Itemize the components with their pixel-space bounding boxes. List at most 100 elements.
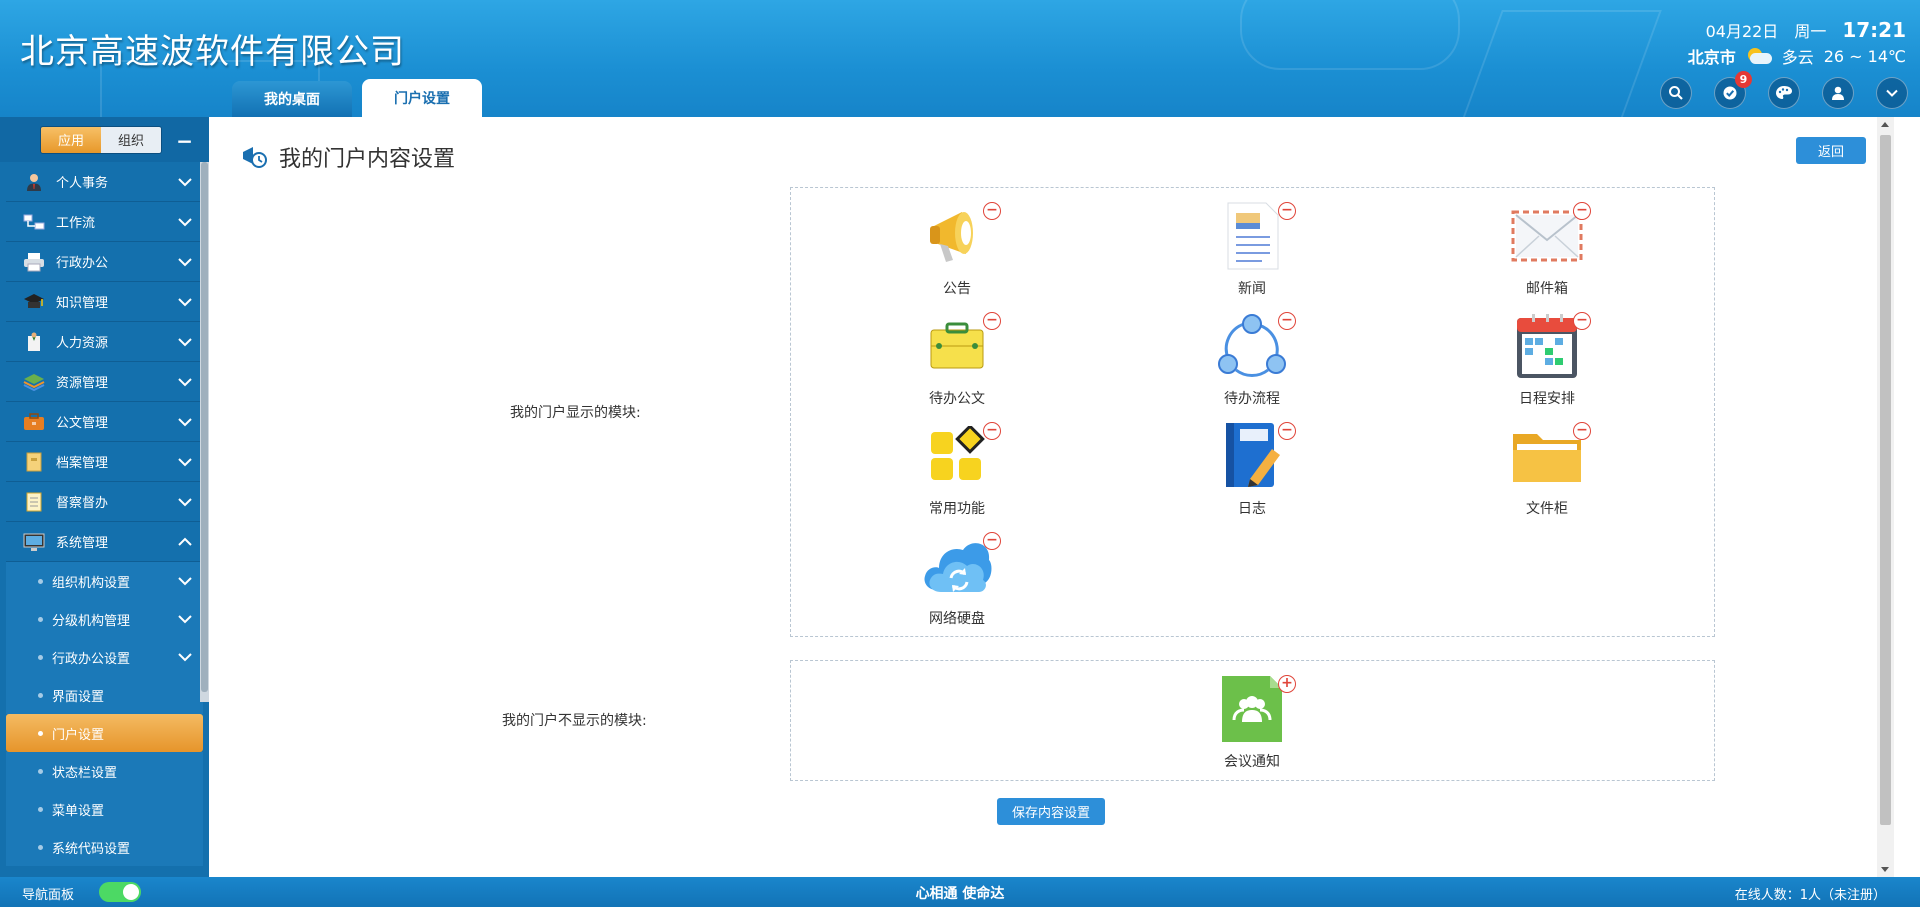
sidebar-subitem-label: 行政办公设置 bbox=[52, 651, 131, 667]
module-pending-docs[interactable]: 待办公文 − bbox=[887, 310, 1027, 410]
remove-module-button[interactable]: − bbox=[983, 202, 1001, 220]
module-news[interactable]: 新闻 − bbox=[1182, 200, 1322, 300]
hidden-modules-box: 会议通知 + bbox=[790, 660, 1715, 781]
switch-org[interactable]: 组织 bbox=[101, 126, 161, 153]
main-scrollbar[interactable] bbox=[1877, 117, 1894, 877]
sidebar-subitem-ui-settings[interactable]: 界面设置 bbox=[6, 676, 203, 714]
chevron-down-icon bbox=[178, 258, 192, 267]
sidebar-collapse-button[interactable]: − bbox=[176, 129, 193, 153]
sidebar-item-resources[interactable]: 资源管理 bbox=[6, 362, 203, 402]
module-label: 待办流程 bbox=[1224, 391, 1280, 407]
archive-icon bbox=[22, 451, 46, 473]
sidebar-subitem-menu-settings[interactable]: 菜单设置 bbox=[6, 790, 203, 828]
back-button[interactable]: 返回 bbox=[1796, 137, 1866, 164]
sidebar-item-workflow[interactable]: 工作流 bbox=[6, 202, 203, 242]
sidebar-subitem-code-settings[interactable]: 系统代码设置 bbox=[6, 828, 203, 866]
module-mailbox[interactable]: 邮件箱 − bbox=[1477, 200, 1617, 300]
search-icon[interactable] bbox=[1660, 77, 1692, 109]
module-file-cabinet[interactable]: 文件柜 − bbox=[1477, 420, 1617, 520]
scroll-down-arrow[interactable] bbox=[1881, 867, 1889, 872]
partly-cloudy-icon bbox=[1746, 48, 1772, 64]
chevron-down-icon bbox=[178, 298, 192, 307]
temperature: 26 ~ 14℃ bbox=[1823, 46, 1906, 66]
page-title: 我的门户内容设置 bbox=[241, 141, 455, 173]
sidebar-item-label: 系统管理 bbox=[56, 536, 109, 551]
sidebar-subitem-statusbar-settings[interactable]: 状态栏设置 bbox=[6, 752, 203, 790]
chevron-down-icon bbox=[178, 218, 192, 227]
module-common-functions[interactable]: 常用功能 − bbox=[887, 420, 1027, 520]
sidebar-item-label: 知识管理 bbox=[56, 296, 109, 311]
sidebar-item-hr[interactable]: 人力资源 bbox=[6, 322, 203, 362]
sidebar-item-label: 档案管理 bbox=[56, 456, 109, 471]
sidebar-item-knowledge[interactable]: 知识管理 bbox=[6, 282, 203, 322]
check-badge-icon[interactable]: 9 bbox=[1714, 71, 1752, 109]
palette-icon[interactable] bbox=[1768, 77, 1800, 109]
sidebar-item-supervision[interactable]: 督察督办 bbox=[6, 482, 203, 522]
user-icon[interactable] bbox=[1822, 77, 1854, 109]
bullet bbox=[38, 617, 43, 622]
portal-settings-icon bbox=[241, 144, 269, 170]
sidebar-subitem-hierarchy[interactable]: 分级机构管理 bbox=[6, 600, 203, 638]
remove-module-button[interactable]: − bbox=[1278, 202, 1296, 220]
module-announcement[interactable]: 公告 − bbox=[887, 200, 1027, 300]
module-meeting-notice[interactable]: 会议通知 + bbox=[1182, 673, 1322, 773]
sidebar-scrollbar[interactable] bbox=[200, 162, 209, 702]
module-label: 文件柜 bbox=[1526, 501, 1568, 517]
remove-module-button[interactable]: − bbox=[1278, 312, 1296, 330]
module-label: 会议通知 bbox=[1224, 754, 1280, 770]
save-settings-button[interactable]: 保存内容设置 bbox=[997, 798, 1105, 825]
remove-module-button[interactable]: − bbox=[983, 532, 1001, 550]
module-label: 日志 bbox=[1238, 501, 1266, 517]
sidebar-item-personal[interactable]: 个人事务 bbox=[6, 162, 203, 202]
hr-icon bbox=[22, 331, 46, 353]
city: 北京市 bbox=[1687, 48, 1736, 67]
tab-my-desktop[interactable]: 我的桌面 bbox=[232, 81, 352, 117]
module-schedule[interactable]: 日程安排 − bbox=[1477, 310, 1617, 410]
bullet bbox=[38, 769, 43, 774]
page-title-text: 我的门户内容设置 bbox=[279, 147, 456, 172]
remove-module-button[interactable]: − bbox=[983, 312, 1001, 330]
sidebar-item-documents[interactable]: 公文管理 bbox=[6, 402, 203, 442]
bullet bbox=[38, 579, 43, 584]
slogan: 心相通 使命达 bbox=[915, 886, 1005, 902]
scroll-up-arrow[interactable] bbox=[1881, 122, 1889, 127]
sidebar-subitem-org-settings[interactable]: 组织机构设置 bbox=[6, 562, 203, 600]
checklist-icon bbox=[22, 491, 46, 513]
sidebar-subitem-portal-settings[interactable]: 门户设置 bbox=[6, 714, 203, 752]
chevron-down-icon bbox=[178, 577, 192, 586]
chevron-down-icon bbox=[178, 378, 192, 387]
sidebar-item-label: 工作流 bbox=[56, 216, 96, 231]
sidebar-top: 应用 组织 − bbox=[0, 117, 209, 162]
sidebar-item-archives[interactable]: 档案管理 bbox=[6, 442, 203, 482]
module-journal[interactable]: 日志 − bbox=[1182, 420, 1322, 520]
app-org-switch: 应用 组织 bbox=[40, 125, 162, 154]
scrollbar-thumb[interactable] bbox=[201, 162, 208, 692]
remove-module-button[interactable]: − bbox=[1278, 422, 1296, 440]
add-module-button[interactable]: + bbox=[1278, 675, 1296, 693]
remove-module-button[interactable]: − bbox=[1573, 202, 1591, 220]
clock-time: 17:21 bbox=[1842, 18, 1906, 42]
sidebar-item-admin-office[interactable]: 行政办公 bbox=[6, 242, 203, 282]
switch-apps[interactable]: 应用 bbox=[41, 126, 101, 153]
module-network-disk[interactable]: 网络硬盘 − bbox=[887, 530, 1027, 630]
main-content: 我的门户内容设置 返回 我的门户显示的模块: 公告 − 新闻 − 邮件箱 − 待… bbox=[209, 117, 1894, 877]
sidebar-item-label: 个人事务 bbox=[56, 176, 109, 191]
chevron-down-icon[interactable] bbox=[1876, 77, 1908, 109]
sidebar-subitem-label: 系统代码设置 bbox=[52, 841, 131, 857]
remove-module-button[interactable]: − bbox=[983, 422, 1001, 440]
scrollbar-thumb[interactable] bbox=[1880, 135, 1891, 825]
briefcase-icon bbox=[22, 411, 46, 433]
remove-module-button[interactable]: − bbox=[1573, 422, 1591, 440]
sidebar-item-label: 公文管理 bbox=[56, 416, 109, 431]
remove-module-button[interactable]: − bbox=[1573, 312, 1591, 330]
sidebar-subitem-label: 组织机构设置 bbox=[52, 575, 131, 591]
sidebar-subitem-admin-settings[interactable]: 行政办公设置 bbox=[6, 638, 203, 676]
module-label: 常用功能 bbox=[929, 501, 985, 517]
chevron-up-icon bbox=[178, 537, 192, 546]
sidebar-item-system[interactable]: 系统管理 bbox=[6, 522, 203, 562]
tab-portal-settings[interactable]: 门户设置 bbox=[362, 79, 482, 117]
bullet bbox=[38, 693, 43, 698]
chevron-down-icon bbox=[178, 615, 192, 624]
bullet bbox=[38, 731, 43, 736]
module-pending-process[interactable]: 待办流程 − bbox=[1182, 310, 1322, 410]
